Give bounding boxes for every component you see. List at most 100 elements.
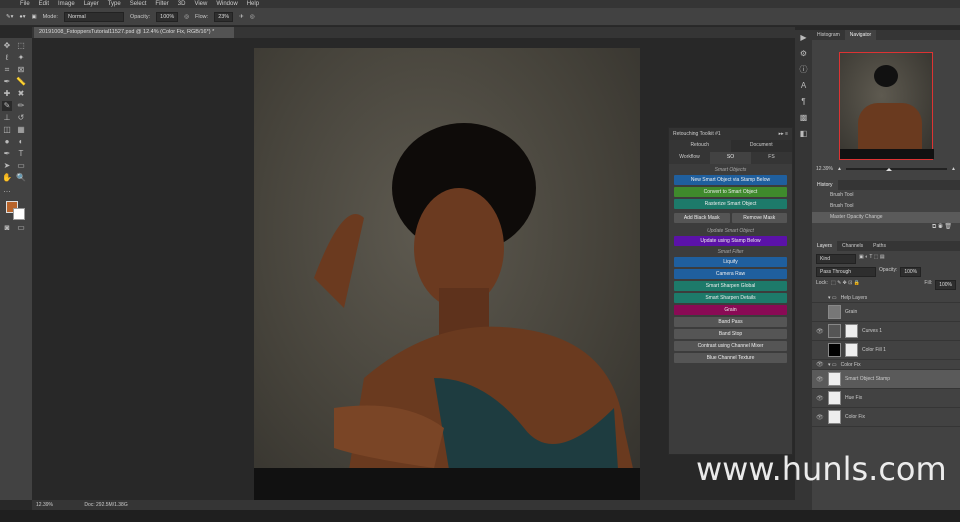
paragraph-icon[interactable]: ¶	[795, 94, 812, 110]
opacity-field[interactable]: 100%	[156, 11, 179, 22]
layer-filter-kind[interactable]: Kind	[816, 254, 856, 264]
layer-hue-fix[interactable]: Hue Fix	[845, 395, 862, 401]
history-item[interactable]: Brush Tool	[812, 190, 960, 201]
zoom-out-icon[interactable]: ▲	[837, 166, 842, 172]
fill-field[interactable]: 100%	[935, 280, 956, 290]
layer-opacity-field[interactable]: 100%	[900, 267, 922, 277]
menu-type[interactable]: Type	[108, 1, 121, 7]
photo-canvas[interactable]	[254, 48, 640, 500]
trash-icon[interactable]: 🗑	[944, 224, 952, 230]
eye-icon[interactable]: 👁	[816, 376, 824, 383]
layer-grain[interactable]: Grain	[845, 309, 857, 315]
eraser-icon[interactable]: ◫	[2, 125, 12, 135]
zoom-slider[interactable]	[845, 168, 948, 171]
eye-icon[interactable]: 👁	[816, 328, 824, 335]
tab-workflow[interactable]: Workflow	[669, 152, 710, 164]
layers-comp-icon[interactable]: ◧	[795, 126, 812, 142]
toolkit-icon[interactable]: ▩	[795, 110, 812, 126]
ruler-icon[interactable]: 📏	[16, 77, 26, 87]
marquee-tool-icon[interactable]: ⬚	[16, 41, 26, 51]
blur-icon[interactable]: ●	[2, 137, 12, 147]
layer-smart-object-stamp[interactable]: Smart Object Stamp	[845, 376, 890, 382]
menu-3d[interactable]: 3D	[178, 1, 186, 7]
pressure-opacity-icon[interactable]: ◎	[184, 14, 189, 20]
eye-icon[interactable]: 👁	[816, 395, 824, 402]
zoom-level[interactable]: 12.39%	[36, 502, 53, 508]
new-smart-object-button[interactable]: New Smart Object via Stamp Below	[674, 175, 787, 185]
frame-tool-icon[interactable]: ⊠	[16, 65, 26, 75]
adjust-icon[interactable]: ⚙	[795, 46, 812, 62]
lasso-tool-icon[interactable]: ℓ	[2, 53, 12, 63]
clone-stamp-icon[interactable]: ⊥	[2, 113, 12, 123]
menu-filter[interactable]: Filter	[155, 1, 168, 7]
snapshot-icon[interactable]: ⧉	[932, 224, 936, 230]
filter-icons[interactable]: ▣ ◐ T ⬚ ▤	[859, 254, 885, 264]
pressure-size-icon[interactable]: ◎	[250, 14, 255, 20]
tab-channels[interactable]: Channels	[837, 241, 868, 251]
layer-group-help[interactable]: Help Layers	[841, 295, 868, 301]
band-pass-button[interactable]: Band Pass	[674, 317, 787, 327]
pen-icon[interactable]: ✒	[2, 149, 12, 159]
pencil-icon[interactable]: ✏	[16, 101, 26, 111]
blue-channel-texture-button[interactable]: Blue Channel Texture	[674, 353, 787, 363]
crop-tool-icon[interactable]: ⌗	[2, 65, 12, 75]
magic-wand-icon[interactable]: ✦	[16, 53, 26, 63]
add-black-mask-button[interactable]: Add Black Mask	[674, 213, 730, 223]
smart-sharpen-global-button[interactable]: Smart Sharpen Global	[674, 281, 787, 291]
shape-icon[interactable]: ▭	[16, 161, 26, 171]
layer-group-color-fix[interactable]: Color Fix	[841, 362, 861, 368]
more-tools-icon[interactable]: …	[2, 185, 12, 195]
airbrush-icon[interactable]: ✈	[239, 14, 244, 20]
menu-edit[interactable]: Edit	[39, 1, 49, 7]
remove-mask-button[interactable]: Remove Mask	[731, 213, 787, 223]
tab-paths[interactable]: Paths	[868, 241, 891, 251]
menu-select[interactable]: Select	[130, 1, 147, 7]
lock-icons[interactable]: ⬚ ✎ ✥ ⊡ 🔒	[831, 280, 860, 290]
menu-window[interactable]: Window	[216, 1, 237, 7]
layer-color-fix[interactable]: Color Fix	[845, 414, 865, 420]
grain-button[interactable]: Grain	[674, 305, 787, 315]
eye-icon[interactable]: 👁	[816, 361, 824, 368]
blend-mode-select[interactable]: Pass Through	[816, 267, 876, 277]
flow-field[interactable]: 23%	[214, 11, 234, 22]
character-icon[interactable]: A	[795, 78, 812, 94]
path-select-icon[interactable]: ➤	[2, 161, 12, 171]
move-tool-icon[interactable]: ✥	[2, 41, 12, 51]
camera-raw-button[interactable]: Camera Raw	[674, 269, 787, 279]
menu-help[interactable]: Help	[247, 1, 259, 7]
smart-sharpen-details-button[interactable]: Smart Sharpen Details	[674, 293, 787, 303]
tab-histogram[interactable]: Histogram	[812, 30, 845, 40]
navigator-thumbnail[interactable]	[839, 52, 934, 160]
screen-mode-icon[interactable]: ▭	[16, 223, 26, 233]
brush-panel-icon[interactable]: ▣	[31, 14, 36, 20]
dodge-icon[interactable]: ◐	[16, 137, 26, 147]
camera-icon[interactable]: ◉	[938, 224, 943, 230]
hand-tool-icon[interactable]: ✋	[2, 173, 12, 183]
document-tab[interactable]: 20191008_FstoppersTutorial11527.psd @ 12…	[34, 27, 234, 38]
tab-so[interactable]: SO	[710, 152, 751, 164]
rasterize-smart-object-button[interactable]: Rasterize Smart Object	[674, 199, 787, 209]
tab-history[interactable]: History	[812, 180, 838, 190]
menu-layer[interactable]: Layer	[84, 1, 99, 7]
type-tool-icon[interactable]: T	[16, 149, 26, 159]
history-brush-icon[interactable]: ↺	[16, 113, 26, 123]
layer-color-fill[interactable]: Color Fill 1	[862, 347, 886, 353]
update-stamp-button[interactable]: Update using Stamp Below	[674, 236, 787, 246]
brush-icon[interactable]: ✎▾	[6, 14, 13, 20]
info-icon[interactable]: ⓘ	[795, 62, 812, 78]
eyedropper-icon[interactable]: ✒	[2, 77, 12, 87]
tab-fs[interactable]: FS	[751, 152, 792, 164]
convert-smart-object-button[interactable]: Convert to Smart Object	[674, 187, 787, 197]
patch-icon[interactable]: ✖	[16, 89, 26, 99]
panel-menu-icon[interactable]: ▸▸ ≡	[779, 128, 788, 140]
menu-image[interactable]: Image	[58, 1, 75, 7]
tab-retouch[interactable]: Retouch	[669, 140, 731, 152]
band-stop-button[interactable]: Band Stop	[674, 329, 787, 339]
healing-brush-icon[interactable]: ✚	[2, 89, 12, 99]
brush-preset-icon[interactable]: ●▾	[19, 14, 25, 20]
background-color-swatch[interactable]	[13, 208, 25, 220]
contrast-channel-mixer-button[interactable]: Contrast using Channel Mixer	[674, 341, 787, 351]
navigator-zoom[interactable]: 12.39%	[816, 166, 833, 172]
mode-select[interactable]: Normal	[63, 11, 124, 22]
zoom-tool-icon[interactable]: 🔍	[16, 173, 26, 183]
